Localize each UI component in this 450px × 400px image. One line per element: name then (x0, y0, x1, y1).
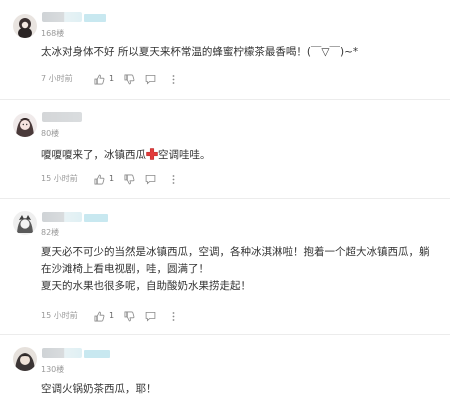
username-redacted[interactable] (42, 348, 110, 358)
comment-text-part: 空调哇哇。 (158, 149, 211, 161)
thumbs-up-icon (94, 311, 105, 321)
comment-130: 130楼 空调火锅奶茶西瓜，耶！ (0, 335, 450, 400)
comment-icon (145, 74, 156, 84)
comment-text-line: 夏天必不可少的当然是冰镇西瓜，空调，各种冰淇淋啦！抱着一个超大冰镇西瓜，躺 (41, 246, 430, 258)
comment-168: 168楼 太冰对身体不好 所以夏天来杯常温的蜂蜜柠檬茶最香喝！(￣▽￣)~* 7… (0, 0, 450, 100)
thumbs-down-icon (124, 74, 135, 84)
comment-actions: 15 小时前 1 (41, 310, 179, 322)
more-button[interactable] (168, 174, 179, 185)
reply-button[interactable] (145, 174, 156, 185)
more-dots-icon (172, 74, 175, 84)
reply-button[interactable] (145, 311, 156, 322)
floor-number: 80楼 (41, 129, 60, 138)
avatar[interactable] (13, 347, 37, 371)
more-button[interactable] (168, 311, 179, 322)
floor-number: 168楼 (41, 29, 65, 38)
like-button[interactable]: 1 (94, 310, 114, 322)
comment-80: 80楼 嗄嗄嗄来了，冰镇西瓜 空调哇哇。 15 小时前 1 (0, 100, 450, 198)
comment-text-line: 夏天的水果也很多呢，自助酸奶水果捞走起！ (41, 280, 251, 292)
avatar-image (13, 14, 37, 38)
more-dots-icon (172, 174, 175, 184)
reply-button[interactable] (145, 74, 156, 85)
comment-text-part: 嗄嗄嗄来了，冰镇西瓜 (41, 149, 146, 161)
comment-text: 太冰对身体不好 所以夏天来杯常温的蜂蜜柠檬茶最香喝！(￣▽￣)~* (41, 46, 359, 58)
thumbs-down-icon (124, 174, 135, 184)
username-redacted[interactable] (42, 212, 108, 222)
like-button[interactable]: 1 (94, 173, 114, 185)
avatar-image (13, 113, 37, 137)
comment-time: 15 小时前 (41, 174, 78, 183)
floor-number: 130楼 (41, 365, 65, 374)
comment-actions: 15 小时前 1 (41, 173, 179, 185)
avatar-image (13, 211, 37, 235)
comment-text-line: 在沙滩椅上看电视剧，哇，圆满了！ (41, 263, 209, 275)
thumbs-down-icon (124, 311, 135, 321)
avatar[interactable] (13, 14, 37, 38)
comment-text: 嗄嗄嗄来了，冰镇西瓜 空调哇哇。 (41, 147, 441, 164)
comment-icon (145, 174, 156, 184)
like-count: 1 (109, 311, 115, 320)
comment-time: 7 小时前 (41, 74, 73, 83)
thumbs-up-icon (94, 74, 105, 84)
floor-number: 82楼 (41, 228, 60, 237)
more-button[interactable] (168, 74, 179, 85)
dislike-button[interactable] (124, 74, 135, 85)
thumbs-up-icon (94, 174, 105, 184)
like-count: 1 (109, 174, 115, 183)
username-redacted[interactable] (42, 112, 82, 122)
avatar[interactable] (13, 113, 37, 137)
username-redacted[interactable] (42, 12, 106, 22)
dislike-button[interactable] (124, 174, 135, 185)
avatar-image (13, 347, 37, 371)
comment-text: 夏天必不可少的当然是冰镇西瓜，空调，各种冰淇淋啦！抱着一个超大冰镇西瓜，躺 在沙… (41, 244, 441, 295)
more-dots-icon (172, 311, 175, 321)
comment-text: 空调火锅奶茶西瓜，耶！ (41, 383, 157, 395)
comment-actions: 7 小时前 1 (41, 73, 179, 85)
avatar[interactable] (13, 211, 37, 235)
red-cross-emoji (146, 148, 158, 160)
comment-time: 15 小时前 (41, 311, 78, 320)
comment-icon (145, 311, 156, 321)
comment-82: 82楼 夏天必不可少的当然是冰镇西瓜，空调，各种冰淇淋啦！抱着一个超大冰镇西瓜，… (0, 199, 450, 334)
dislike-button[interactable] (124, 311, 135, 322)
like-button[interactable]: 1 (94, 73, 114, 85)
like-count: 1 (109, 74, 115, 83)
